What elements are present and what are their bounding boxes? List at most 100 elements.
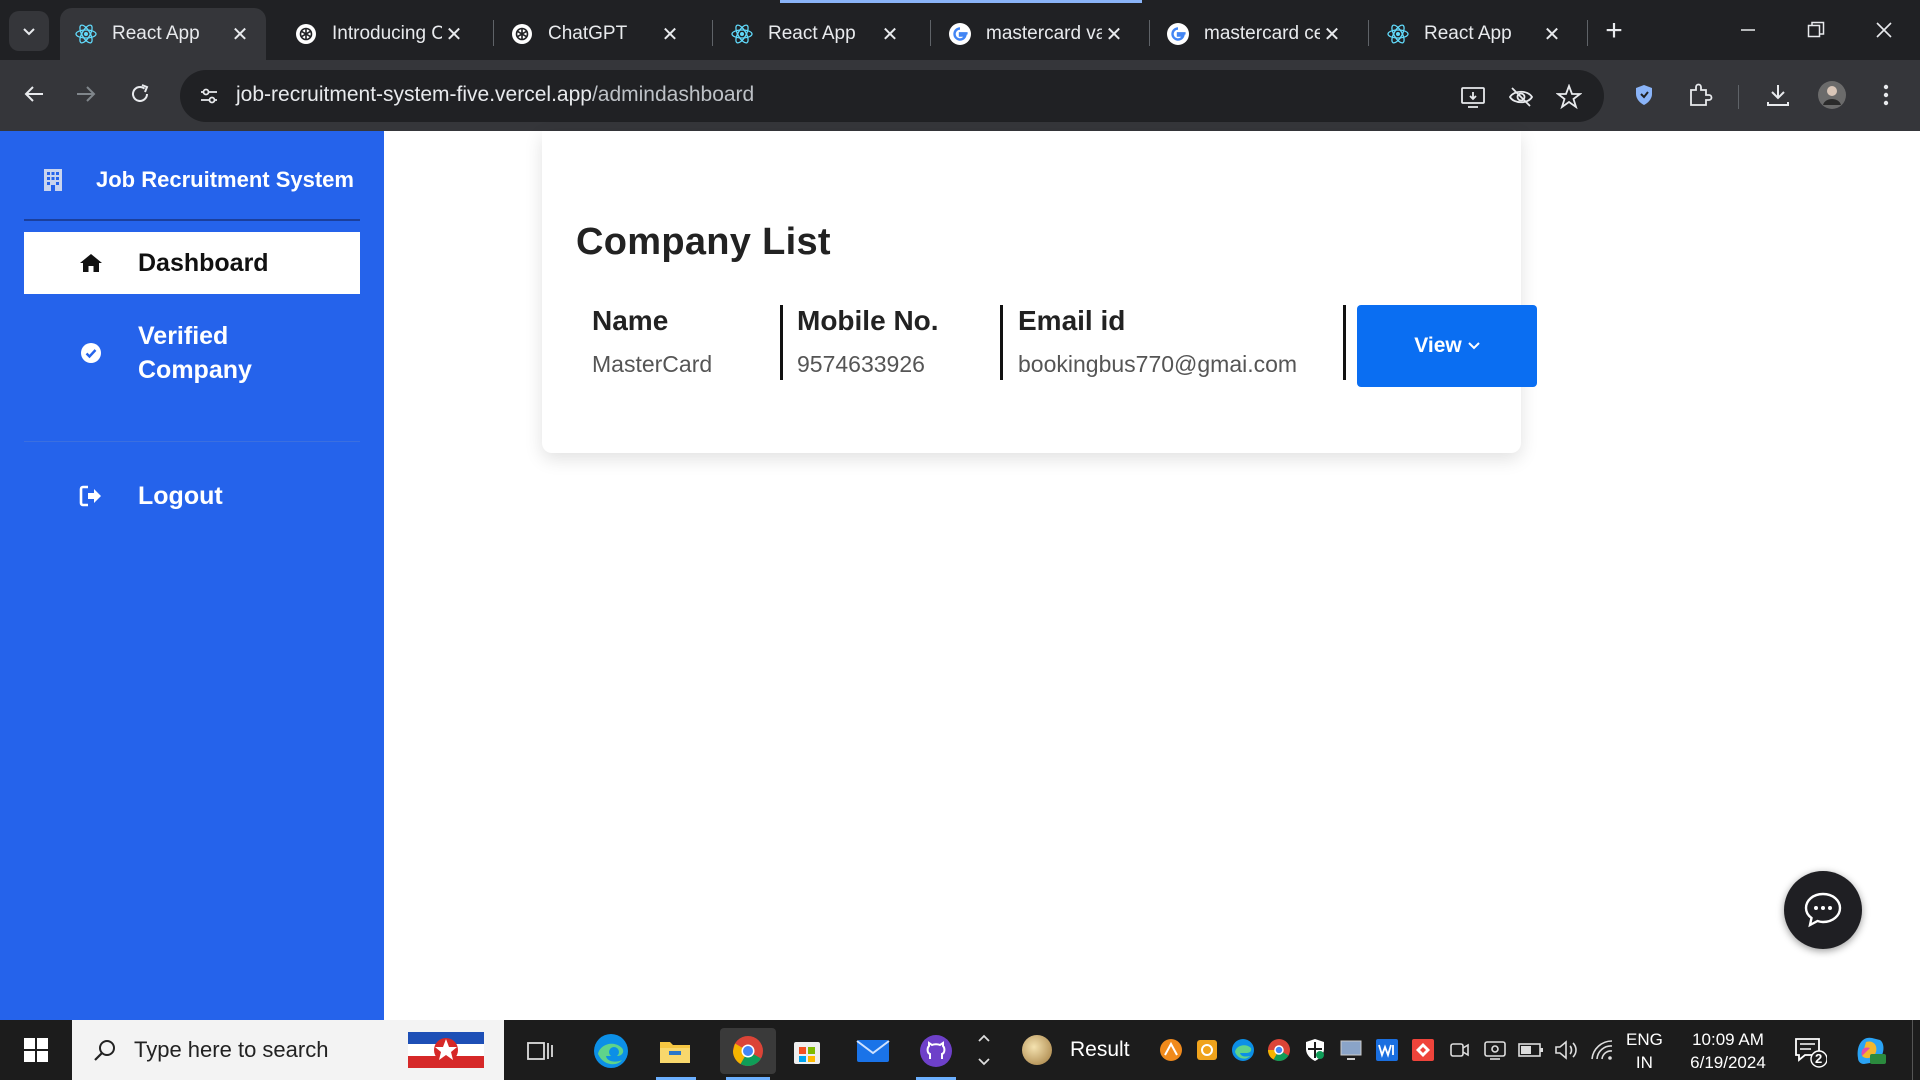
close-icon[interactable]: ✕ [228,22,252,47]
tray-meet-now-icon[interactable] [1446,1037,1472,1063]
sidebar-item-dashboard[interactable]: Dashboard [24,232,360,294]
more-menu-icon[interactable] [1866,75,1906,115]
close-icon[interactable]: ✕ [878,22,902,47]
react-icon [74,22,98,46]
eye-off-icon[interactable] [1506,82,1536,112]
input-language-indicator[interactable]: ENG IN [1626,1028,1663,1074]
restore-button[interactable] [1786,8,1846,52]
edge-browser-icon[interactable] [588,1028,634,1074]
clock-date: 6/19/2024 [1690,1053,1766,1072]
openai-icon [510,22,534,46]
tab-react-app-1[interactable]: React App ✕ [60,8,266,60]
battery-icon[interactable] [1518,1037,1544,1063]
extensions-puzzle-icon[interactable] [1680,75,1720,115]
chat-bubble-icon [1804,892,1842,928]
copilot-icon[interactable] [1852,1032,1888,1068]
widget-result[interactable]: Result [1006,1020,1140,1080]
notification-center-button[interactable]: 2 [1793,1034,1828,1068]
tab-separator [1368,20,1369,46]
column-header-mobile: Mobile No. [797,305,939,336]
tab-title: mastercard ce [1204,23,1320,44]
close-window-button[interactable] [1854,8,1914,52]
football-icon [1022,1035,1052,1065]
name-column: Name MasterCard [592,305,712,378]
column-divider [1000,305,1003,380]
install-app-icon[interactable] [1458,82,1488,112]
close-icon[interactable]: ✕ [1540,22,1564,47]
profile-avatar[interactable] [1812,75,1852,115]
view-dropdown-button[interactable]: View [1357,305,1537,387]
mail-icon[interactable] [850,1028,896,1074]
react-icon [730,22,754,46]
tab-introducing[interactable]: Introducing Cl ✕ [280,8,480,60]
toolbar-separator [1738,85,1739,109]
sidebar-item-logout[interactable]: Logout [24,477,360,515]
tray-edge-icon[interactable] [1230,1037,1256,1063]
back-button[interactable] [14,74,54,114]
brand-title: Job Recruitment System [96,167,354,192]
tab-react-app-3[interactable]: React App ✕ [1372,8,1578,60]
address-bar[interactable]: job-recruitment-system-five.vercel.app/a… [180,70,1604,122]
search-highlight-flag-icon[interactable] [406,1026,486,1074]
tray-display-icon[interactable] [1338,1037,1364,1063]
cell-email: bookingbus770@gmai.com [1018,351,1298,377]
tray-anydesk-icon[interactable] [1410,1037,1436,1063]
extension-shield-icon[interactable] [1624,75,1664,115]
tab-react-app-2[interactable]: React App ✕ [716,8,916,60]
language-code: ENG [1626,1030,1663,1049]
reload-icon [132,84,149,102]
microsoft-store-icon[interactable] [784,1028,830,1074]
url-host: job-recruitment-system-five.vercel.app [236,83,592,106]
close-icon[interactable]: ✕ [442,22,466,47]
cell-company-name: MasterCard [592,351,713,377]
minimize-button[interactable] [1718,8,1778,52]
sidebar-item-verified-company[interactable]: Verified Company [24,318,360,388]
brand[interactable]: Job Recruitment System [24,161,360,199]
close-icon[interactable]: ✕ [1102,22,1126,47]
sidebar-item-label: Dashboard [138,249,269,277]
cell-mobile: 9574633926 [797,351,925,377]
logout-icon [58,485,124,507]
chat-widget-button[interactable] [1784,871,1862,949]
new-tab-button[interactable]: + [1597,14,1631,48]
tab-title: mastercard va [986,23,1102,44]
tray-app-orange-icon[interactable] [1158,1037,1184,1063]
tray-chrome-icon[interactable] [1266,1037,1292,1063]
show-desktop-button[interactable] [1912,1020,1920,1080]
taskbar-clock[interactable]: 10:09 AM 6/19/2024 [1682,1028,1774,1074]
start-button[interactable] [0,1020,72,1080]
url-path: /admindashboard [591,83,755,106]
tray-security-shield-icon[interactable] [1302,1037,1328,1063]
minimize-icon [1741,29,1755,31]
clock-time: 10:09 AM [1692,1030,1764,1049]
url-text[interactable]: job-recruitment-system-five.vercel.app/a… [236,83,754,107]
file-explorer-icon[interactable] [652,1028,698,1074]
tray-app-square-icon[interactable] [1194,1037,1220,1063]
task-view-icon[interactable] [517,1028,563,1074]
forward-button[interactable] [66,74,106,114]
tray-screen-capture-icon[interactable] [1482,1037,1508,1063]
volume-icon[interactable] [1554,1037,1580,1063]
github-desktop-icon[interactable] [913,1028,959,1074]
tray-w-app-icon[interactable] [1374,1037,1400,1063]
taskbar-scroll-chevrons[interactable] [972,1026,996,1074]
browser-toolbar: job-recruitment-system-five.vercel.app/a… [0,60,1920,131]
downloads-icon[interactable] [1758,75,1798,115]
tab-mastercard-va[interactable]: mastercard va ✕ [934,8,1140,60]
tab-search-button[interactable] [9,11,49,51]
chevron-down-icon [23,28,35,36]
tab-chatgpt[interactable]: ChatGPT ✕ [496,8,696,60]
reload-button[interactable] [120,74,160,114]
chrome-taskbar-icon[interactable] [720,1028,776,1074]
react-icon [1386,22,1410,46]
site-settings-icon[interactable] [194,81,224,111]
chevron-up-icon [978,1034,990,1042]
bookmark-star-icon[interactable] [1554,82,1584,112]
close-icon[interactable]: ✕ [1320,22,1344,47]
building-icon [32,168,74,192]
close-icon[interactable]: ✕ [658,22,682,47]
chevron-down-icon [978,1058,990,1066]
tab-separator [1149,20,1150,46]
tab-mastercard-ce[interactable]: mastercard ce ✕ [1152,8,1358,60]
wifi-icon[interactable] [1590,1037,1616,1063]
